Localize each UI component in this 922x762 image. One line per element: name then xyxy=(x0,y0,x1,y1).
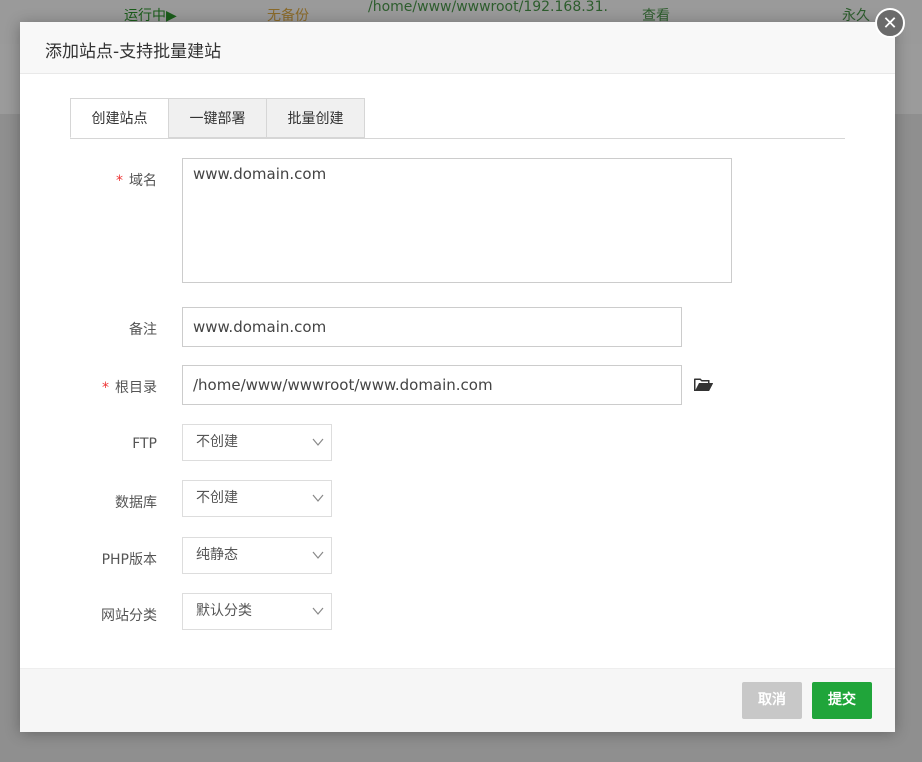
required-mark: * xyxy=(116,173,123,189)
database-select-value: 不创建 xyxy=(196,490,238,506)
folder-open-icon[interactable] xyxy=(694,377,713,392)
domain-textarea[interactable]: www.domain.com xyxy=(182,158,732,283)
required-mark: * xyxy=(102,380,109,396)
tab-batch-create[interactable]: 批量创建 xyxy=(266,98,365,138)
site-category-select[interactable]: 默认分类 xyxy=(182,593,332,630)
dialog-footer: 取消 提交 xyxy=(20,668,895,732)
tab-create-site[interactable]: 创建站点 xyxy=(70,98,169,138)
chevron-down-icon xyxy=(312,438,324,446)
database-label: 数据库 xyxy=(115,495,157,511)
chevron-down-icon xyxy=(312,607,324,615)
root-dir-input[interactable] xyxy=(182,365,682,405)
submit-button[interactable]: 提交 xyxy=(812,682,872,719)
chevron-down-icon xyxy=(312,494,324,502)
root-dir-label: * 根目录 xyxy=(37,377,157,397)
php-version-select-value: 纯静态 xyxy=(196,547,238,563)
chevron-down-icon xyxy=(312,551,324,559)
bg-path-line1: /home/www/wwwroot/192.168.31. xyxy=(368,0,608,15)
domain-label: * 域名 xyxy=(37,170,157,190)
dialog-title: 添加站点-支持批量建站 xyxy=(45,42,222,62)
dialog-header: 添加站点-支持批量建站 xyxy=(20,22,895,74)
close-icon[interactable]: ✕ xyxy=(875,8,905,38)
domain-label-text: 域名 xyxy=(129,173,157,189)
tab-one-click-deploy[interactable]: 一键部署 xyxy=(168,98,267,138)
ftp-select[interactable]: 不创建 xyxy=(182,424,332,461)
ftp-label: FTP xyxy=(132,436,157,452)
tab-bar: 创建站点 一键部署 批量创建 xyxy=(70,98,845,139)
cancel-button[interactable]: 取消 xyxy=(742,682,802,719)
root-dir-label-text: 根目录 xyxy=(115,380,157,396)
php-version-label: PHP版本 xyxy=(101,552,157,568)
add-site-dialog: 添加站点-支持批量建站 创建站点 一键部署 批量创建 * 域名 www.domai… xyxy=(20,22,895,732)
site-category-select-value: 默认分类 xyxy=(196,603,252,619)
site-category-label: 网站分类 xyxy=(101,608,157,624)
php-version-select[interactable]: 纯静态 xyxy=(182,537,332,574)
remark-label: 备注 xyxy=(129,322,157,338)
database-select[interactable]: 不创建 xyxy=(182,480,332,517)
remark-input[interactable] xyxy=(182,307,682,347)
ftp-select-value: 不创建 xyxy=(196,434,238,450)
